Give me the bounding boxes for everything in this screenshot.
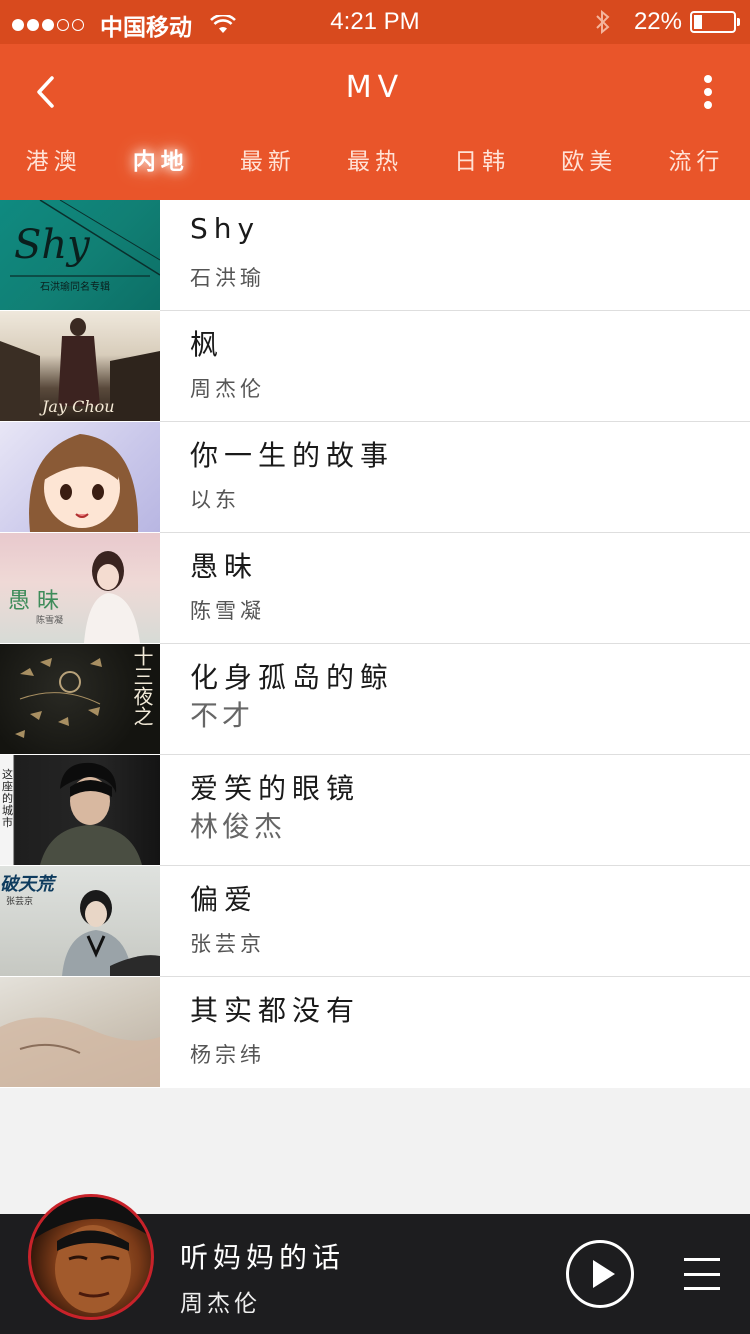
tab-oumei[interactable]: 欧美 [536,140,643,200]
status-right: 22% [594,8,740,36]
tab-rihan[interactable]: 日韩 [429,140,536,200]
list-item[interactable]: 十三夜之 化身孤岛的鲸 不才 [0,644,750,755]
menu-icon[interactable] [684,1258,720,1290]
thumb-caption: 破天荒 [0,874,54,895]
tab-gangao[interactable]: 港澳 [0,140,107,200]
thumb-caption: 十三夜之 [130,646,154,726]
play-icon[interactable] [566,1240,634,1308]
list-item[interactable]: 其实都没有 杨宗纬 [0,977,750,1088]
list-item[interactable]: Shy 石洪瑜同名专辑 Shy 石洪瑜 [0,200,750,311]
song-artist: 陈雪凝 [190,599,265,623]
mv-thumbnail: Shy 石洪瑜同名专辑 [0,200,160,310]
tab-neidi[interactable]: 内地 [107,140,214,200]
thumb-logo: Shy [14,222,90,268]
player-artist: 周杰伦 [180,1291,261,1317]
song-title: 偏爱 [190,883,259,916]
list-item[interactable]: 你一生的故事 以东 [0,422,750,533]
tab-zuire[interactable]: 最热 [321,140,428,200]
thumb-caption: Jay Chou [42,397,115,416]
thumb-subcaption: 张芸京 [6,897,34,907]
status-bar: 中国移动 4:21 PM 22% [0,0,750,44]
list-item[interactable]: 愚 昧 陈雪凝 愚昧 陈雪凝 [0,533,750,644]
song-title: 愚昧 [190,550,259,583]
list-item[interactable]: Jay Chou 枫 周杰伦 [0,311,750,422]
song-title: 其实都没有 [190,994,361,1027]
nav-bar: MV [0,44,750,140]
list-item[interactable]: 破天荒 张芸京 偏爱 张芸京 [0,866,750,977]
song-artist: 周杰伦 [190,377,265,401]
mv-thumbnail [0,422,160,532]
song-title: 化身孤岛的鲸 [190,661,395,694]
battery-icon [690,11,740,33]
mv-thumbnail: Jay Chou [0,311,160,421]
mv-thumbnail: 十三夜之 [0,644,160,754]
mv-list: Shy 石洪瑜同名专辑 Shy 石洪瑜 Jay Chou 枫 周杰伦 你一生的故… [0,200,750,1088]
song-title: 爱笑的眼镜 [190,772,361,805]
more-vertical-icon[interactable] [696,72,720,112]
category-tabs: 港澳 内地 最新 最热 日韩 欧美 流行 [0,140,750,200]
song-artist: 以东 [190,488,240,512]
mv-thumbnail [0,977,160,1087]
mv-thumbnail: 愚 昧 陈雪凝 [0,533,160,643]
bluetooth-icon [596,9,610,35]
mv-thumbnail: 破天荒 张芸京 [0,866,160,976]
tab-liuxing[interactable]: 流行 [643,140,750,200]
thumb-subcaption: 陈雪凝 [36,616,64,626]
song-artist: 不才 [190,699,255,732]
song-artist: 林俊杰 [190,810,287,843]
thumb-caption: 愚 昧 [8,589,59,614]
song-artist: 杨宗纬 [190,1043,265,1067]
song-artist: 石洪瑜 [190,266,265,290]
list-item[interactable]: 这座的城市 爱笑的眼镜 林俊杰 [0,755,750,866]
album-avatar[interactable] [28,1194,154,1320]
tab-zuixin[interactable]: 最新 [214,140,321,200]
song-artist: 张芸京 [190,932,265,956]
thumb-caption: 石洪瑜同名专辑 [40,282,110,293]
battery-level [694,15,703,29]
page-title: MV [345,70,405,105]
mv-thumbnail: 这座的城市 [0,755,160,865]
song-title: Shy [190,212,261,245]
now-playing-bar[interactable]: 听妈妈的话 周杰伦 [0,1194,750,1334]
song-title: 你一生的故事 [190,439,395,472]
player-song-title: 听妈妈的话 [180,1241,346,1274]
song-title: 枫 [190,328,225,361]
thumb-caption: 这座的城市 [2,768,13,829]
battery-percent: 22% [633,8,682,35]
